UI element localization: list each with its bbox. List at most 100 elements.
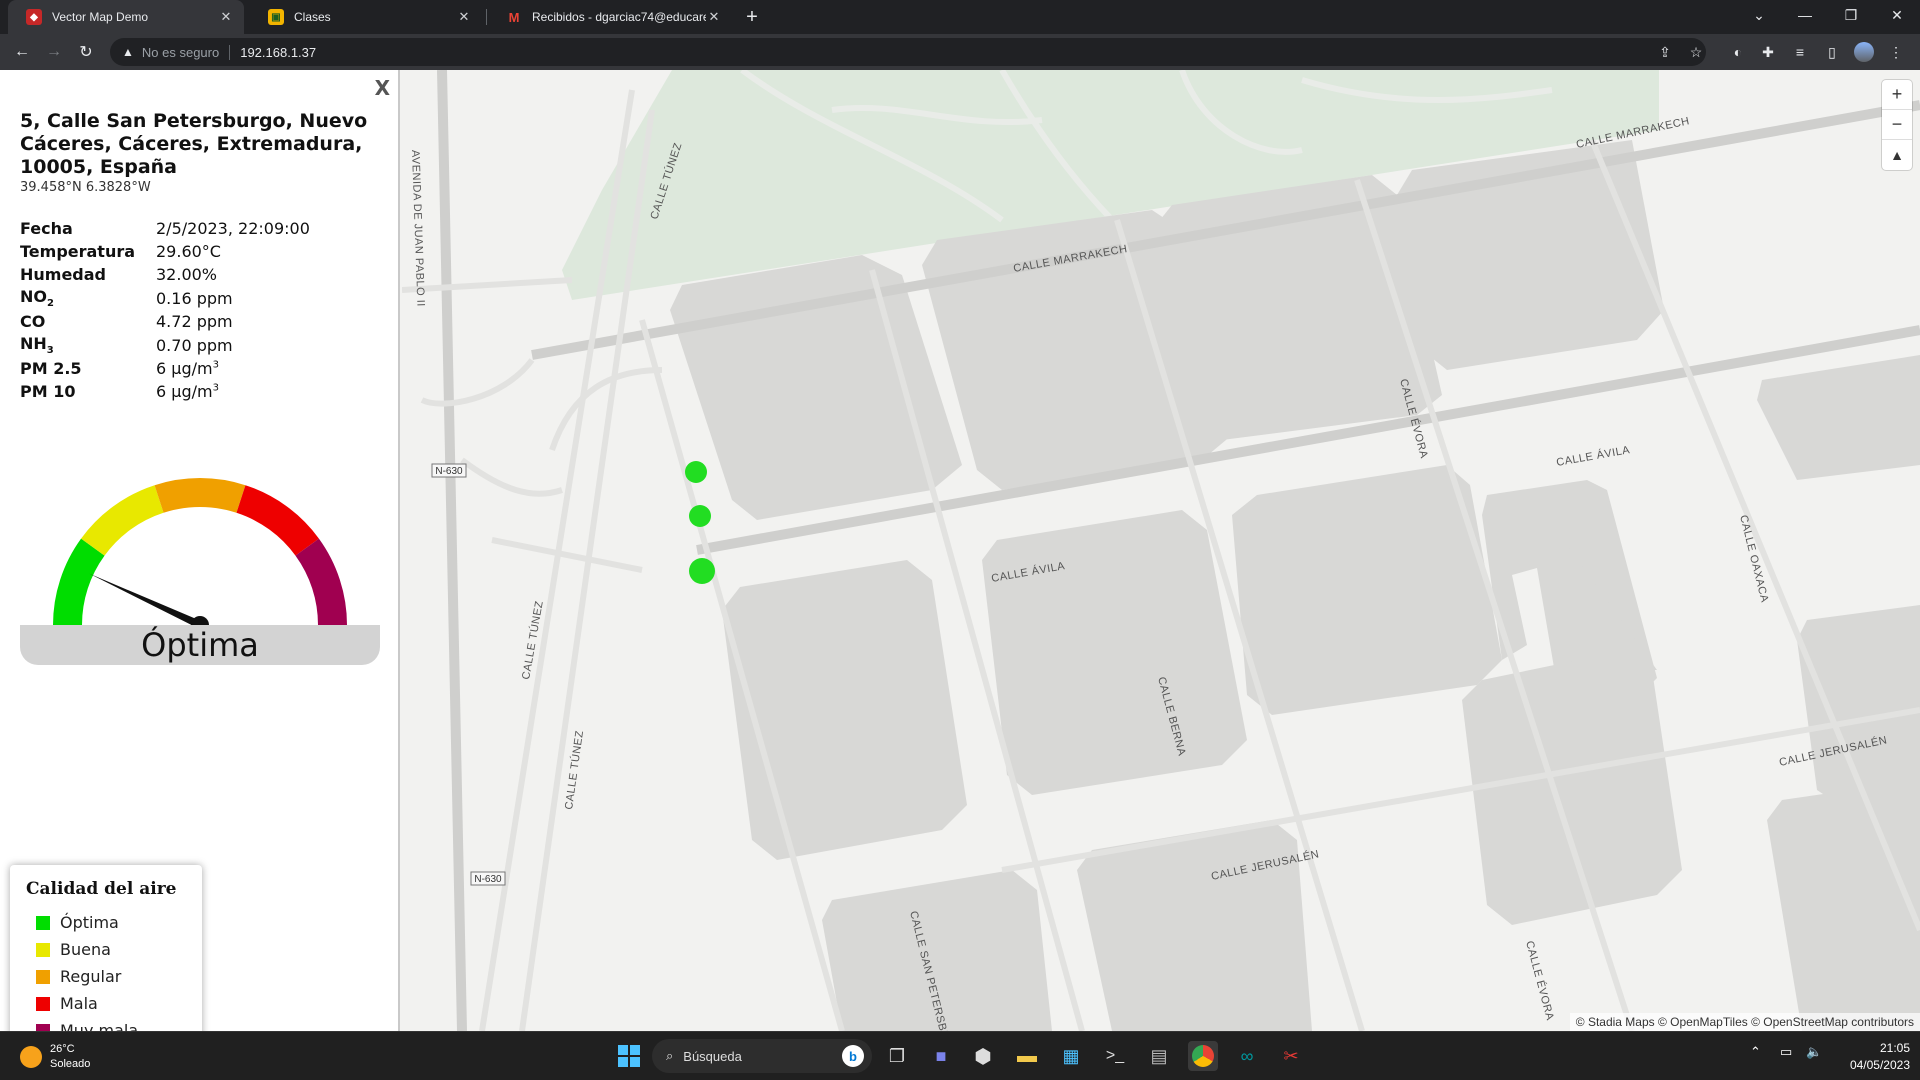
map-view[interactable]: CALLE MARRAKECH CALLE MARRAKECH CALLE TÚ… [402,70,1920,1031]
legend-item: Mala [26,990,186,1017]
browser-toolbar: ← → ↻ ▲ No es seguro 192.168.1.37 ⇪ ☆ ◐ … [0,34,1920,70]
legend-label: Mala [60,994,98,1013]
measure-key: PM 10 [20,382,76,402]
terminal-icon[interactable]: >_ [1100,1041,1130,1071]
media-list-icon[interactable]: ≡ [1790,42,1810,62]
gauge-label: Óptima [20,625,380,665]
measure-value: 32.00% [156,265,218,284]
sensor-marker[interactable] [689,558,715,584]
weather-widget[interactable]: 26°C Soleado [20,1042,90,1072]
network-icon[interactable]: ▭ [1780,1044,1792,1060]
gauge-segment [81,485,164,556]
legend-label: Buena [60,940,111,959]
table-row: CO 4.72 ppm [20,310,310,333]
measure-value-base: 6 μg/m [156,359,213,379]
tab-gmail[interactable]: M Recibidos - dgarciac74@educare ✕ [488,0,732,34]
compass-icon[interactable]: ▲ [1882,140,1912,170]
tab-separator [486,9,487,25]
table-row: Temperatura 29.60°C [20,240,310,263]
reload-icon[interactable]: ↻ [74,40,98,64]
weather-desc: Soleado [50,1058,91,1070]
sensor-marker[interactable] [689,505,711,527]
minimize-button[interactable]: — [1782,0,1828,30]
tray-chevron-icon[interactable]: ⌃ [1750,1044,1761,1060]
search-icon: ⌕ [666,1048,674,1063]
legend-label: Óptima [60,913,119,932]
table-row: Humedad 32.00% [20,263,310,286]
city-blocks [670,140,1920,1031]
zoom-out-button[interactable]: − [1882,110,1912,140]
gauge-segment [154,478,246,513]
zoom-in-button[interactable]: + [1882,80,1912,110]
weather-temp: 26°C [50,1043,75,1055]
legend-swatch [36,996,50,1011]
back-icon[interactable]: ← [10,40,34,64]
forward-icon[interactable]: → [42,40,66,64]
measure-key-base: NO [20,287,47,306]
street-label: CALLE ÁVILA [1555,443,1631,469]
close-tab-icon[interactable]: ✕ [706,9,722,25]
warning-icon[interactable]: ▲ [122,45,134,59]
taskbar-search[interactable]: ⌕ Búsqueda b [652,1039,872,1073]
sensor-markers[interactable] [685,461,715,584]
calculator-icon[interactable]: ▤ [1144,1041,1174,1071]
road-badge-label: N-630 [474,874,502,885]
tab-clases[interactable]: ▣ Clases ✕ [250,0,482,34]
location-coordinates: 39.458°N 6.3828°W [20,180,151,195]
windows-taskbar: 26°C Soleado ⌕ Búsqueda b ❐ ■ ⬢ ▬ ▦ >_ ▤… [0,1031,1920,1080]
volume-icon[interactable]: 🔈 [1806,1044,1822,1060]
new-tab-button[interactable]: + [738,4,766,30]
restore-button[interactable]: ❐ [1828,0,1874,30]
arduino-icon[interactable]: ∞ [1232,1041,1262,1071]
legend-label: Regular [60,967,122,986]
legend-swatch [36,942,50,957]
sensor-marker[interactable] [685,461,707,483]
measure-value: 2/5/2023, 22:09:00 [156,219,310,238]
share-icon[interactable]: ⇪ [1655,42,1675,62]
measure-value: 6 μg/m3 [156,357,310,380]
measure-key: Humedad [20,265,107,284]
menu-kebab-icon[interactable]: ⋮ [1886,42,1906,62]
measure-key: Temperatura [20,242,136,261]
start-button[interactable] [614,1041,644,1071]
app-hexagon-icon[interactable]: ⬢ [968,1041,998,1071]
road-badges: N-630 N-630 [431,463,506,886]
close-tab-icon[interactable]: ✕ [218,9,234,25]
measure-key-base: NH [20,334,47,354]
legend-title: Calidad del aire [26,879,177,899]
location-address: 5, Calle San Petersburgo, Nuevo Cáceres,… [20,110,368,178]
legend-item: Óptima [26,909,186,936]
map-favicon-icon: ◆ [26,9,42,25]
close-tab-icon[interactable]: ✕ [456,9,472,25]
side-panel-icon[interactable]: ▯ [1822,42,1842,62]
teams-chat-icon[interactable]: ■ [926,1041,956,1071]
security-label[interactable]: No es seguro [142,44,231,60]
street-label: CALLE ÉVORA [1523,939,1557,1022]
tab-search-icon[interactable]: ⌄ [1736,0,1782,30]
snipping-tool-icon[interactable]: ✂ [1276,1041,1306,1071]
address-bar[interactable]: ▲ No es seguro 192.168.1.37 [110,38,1706,66]
search-placeholder: Búsqueda [683,1048,742,1064]
url-text[interactable]: 192.168.1.37 [240,45,316,60]
close-panel-button[interactable]: X [375,76,390,100]
task-view-icon[interactable]: ❐ [882,1041,912,1071]
taskbar-clock[interactable]: 21:05 04/05/2023 [1850,1040,1910,1074]
file-explorer-icon[interactable]: ▬ [1012,1041,1042,1071]
map-zoom-control: + − ▲ [1882,80,1912,170]
close-window-button[interactable]: ✕ [1874,0,1920,30]
measure-value: 29.60°C [156,242,221,261]
tab-vector-map[interactable]: ◆ Vector Map Demo ✕ [8,0,244,34]
table-row: PM 10 6 μg/m3 [20,380,310,403]
bing-icon: b [842,1045,864,1067]
extensions-puzzle-icon[interactable]: ✚ [1758,42,1778,62]
measure-key-sub: 3 [46,345,54,357]
profile-avatar[interactable] [1854,42,1874,62]
map-attribution[interactable]: © Stadia Maps © OpenMapTiles © OpenStree… [1569,1013,1920,1031]
map-canvas[interactable]: CALLE MARRAKECH CALLE MARRAKECH CALLE TÚ… [402,70,1920,1031]
gauge-segment [236,485,319,556]
store-icon[interactable]: ▦ [1056,1041,1086,1071]
chrome-icon[interactable] [1188,1041,1218,1071]
extension-circle-icon[interactable]: ◐ [1728,42,1748,62]
bookmark-star-icon[interactable]: ☆ [1686,42,1706,62]
gauge-needle [89,573,203,631]
